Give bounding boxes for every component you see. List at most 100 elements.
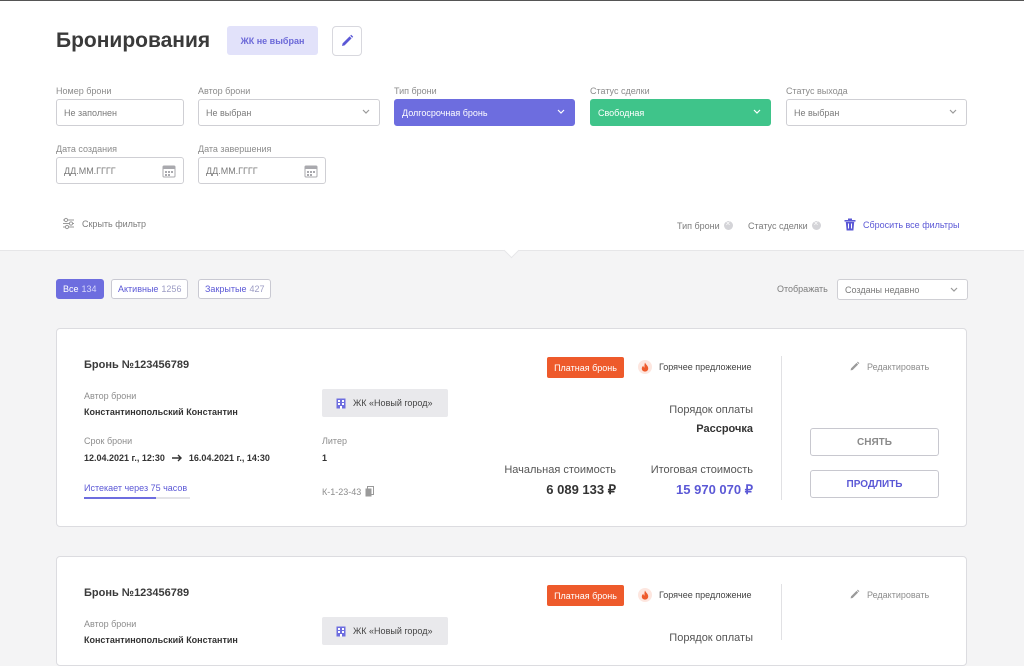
pencil-icon <box>850 589 860 599</box>
active-filter-chip-label: Тип брони <box>677 221 720 231</box>
booking-type-label: Тип брони <box>394 86 437 96</box>
fire-icon <box>638 588 652 602</box>
hot-offer: Горячее предложение <box>638 360 751 374</box>
apartment-code[interactable]: К-1-23-43 <box>322 486 375 497</box>
expires-progress-track <box>84 497 190 499</box>
sliders-icon <box>63 217 74 230</box>
card-divider <box>781 584 782 640</box>
booking-number-value: Не заполнен <box>64 107 118 118</box>
booking-author-select[interactable]: Не выбран <box>198 99 380 126</box>
reset-filters-button[interactable]: Сбросить все фильтры <box>844 218 959 231</box>
complex-chip[interactable]: ЖК «Новый город» <box>322 389 448 417</box>
booking-author-value: Не выбран <box>206 107 252 118</box>
tab-all[interactable]: Все 134 <box>56 279 104 299</box>
payment-label: Порядок оплаты <box>669 404 753 416</box>
chevron-down-icon <box>362 109 370 114</box>
hide-filter-button[interactable]: Скрыть фильтр <box>62 217 146 230</box>
created-date-placeholder: ДД.ММ.ГГГГ <box>64 165 116 176</box>
tab-closed[interactable]: Закрытые 427 <box>198 279 272 299</box>
author-name: Константинопольский Константин <box>84 407 238 417</box>
active-filter-chip[interactable]: Статус сделки <box>748 219 821 231</box>
chevron-down-icon <box>950 287 958 292</box>
fire-icon <box>638 360 652 374</box>
booking-number-label: Номер брони <box>56 86 112 96</box>
hide-filter-label: Скрыть фильтр <box>82 218 147 229</box>
building-icon <box>336 626 346 636</box>
sort-select[interactable]: Созданы недавно <box>837 279 968 300</box>
expires-progress-fill <box>84 497 157 499</box>
payment-label: Порядок оплаты <box>669 632 753 644</box>
booking-author-label: Автор брони <box>198 86 251 96</box>
term-range: 12.04.2021 г., 12:30 16.04.2021 г., 14:3… <box>84 453 270 463</box>
calendar-icon <box>162 165 176 178</box>
card-divider <box>781 356 782 500</box>
complex-name: ЖК «Новый город» <box>353 398 433 408</box>
tab-label: Активные <box>118 284 159 294</box>
edit-booking-button[interactable]: Редактировать <box>849 361 929 372</box>
trash-icon <box>844 218 856 231</box>
created-date-label: Дата создания <box>56 144 117 154</box>
booking-type-select[interactable]: Долгосрочная бронь <box>394 99 575 126</box>
exit-status-value: Не выбран <box>794 107 840 118</box>
paid-booking-badge: Платная бронь <box>547 585 624 606</box>
tab-label: Закрытые <box>205 284 247 294</box>
close-icon[interactable] <box>723 219 733 230</box>
display-label: Отображать <box>777 284 828 294</box>
author-name: Константинопольский Константин <box>84 635 238 645</box>
edit-title-button[interactable] <box>332 26 362 56</box>
active-filter-chip[interactable]: Тип брони <box>677 219 733 231</box>
exit-status-label: Статус выхода <box>786 86 848 96</box>
created-date-input[interactable]: ДД.ММ.ГГГГ <box>56 157 184 184</box>
deal-status-value: Свободная <box>598 107 645 118</box>
tab-count: 1256 <box>161 284 182 294</box>
close-icon[interactable] <box>811 219 821 230</box>
final-price-label: Итоговая стоимость <box>650 464 753 476</box>
end-date-placeholder: ДД.ММ.ГГГГ <box>206 165 258 176</box>
author-label: Автор брони <box>84 619 137 629</box>
arrow-right-icon <box>171 454 182 462</box>
booking-number-input[interactable]: Не заполнен <box>56 99 184 126</box>
complex-name: ЖК «Новый город» <box>353 626 433 636</box>
active-filter-chip-label: Статус сделки <box>748 221 808 231</box>
complex-badge[interactable]: ЖК не выбран <box>227 26 318 55</box>
tab-active[interactable]: Активные 1256 <box>111 279 189 299</box>
chevron-down-icon <box>949 109 957 114</box>
term-to: 16.04.2021 г., 14:30 <box>188 453 270 463</box>
term-from: 12.04.2021 г., 12:30 <box>84 453 165 463</box>
booking-type-value: Долгосрочная бронь <box>402 107 488 118</box>
extend-booking-button[interactable]: ПРОДЛИТЬ <box>810 470 939 498</box>
booking-title: Бронь №123456789 <box>84 359 190 371</box>
tab-label: Все <box>63 284 79 294</box>
calendar-icon <box>304 165 318 178</box>
liter-value: 1 <box>322 453 328 463</box>
end-date-label: Дата завершения <box>198 144 272 154</box>
pencil-icon <box>342 34 354 46</box>
initial-price-label: Начальная стоимость <box>504 464 616 476</box>
chevron-down-icon <box>753 109 761 114</box>
booking-title: Бронь №123456789 <box>84 587 190 599</box>
hot-offer-label: Горячее предложение <box>659 590 752 600</box>
deal-status-select[interactable]: Свободная <box>590 99 771 126</box>
remove-booking-button[interactable]: СНЯТЬ <box>810 428 939 456</box>
exit-status-select[interactable]: Не выбран <box>786 99 967 126</box>
hot-offer-label: Горячее предложение <box>659 362 752 372</box>
chevron-down-icon <box>557 109 565 114</box>
tab-count: 427 <box>249 284 265 294</box>
paid-booking-badge: Платная бронь <box>547 357 624 378</box>
edit-booking-button[interactable]: Редактировать <box>849 589 929 600</box>
building-icon <box>336 398 346 408</box>
edit-booking-label: Редактировать <box>867 589 930 600</box>
end-date-input[interactable]: ДД.ММ.ГГГГ <box>198 157 326 184</box>
final-price-value: 15 970 070 ₽ <box>676 482 753 497</box>
initial-price-value: 6 089 133 ₽ <box>546 482 616 497</box>
copy-icon[interactable] <box>365 486 375 497</box>
sort-select-value: Созданы недавно <box>845 284 920 295</box>
reset-filters-label: Сбросить все фильтры <box>863 219 960 230</box>
liter-label: Литер <box>322 436 347 446</box>
term-label: Срок брони <box>84 436 133 446</box>
complex-chip[interactable]: ЖК «Новый город» <box>322 617 448 645</box>
hot-offer: Горячее предложение <box>638 588 751 602</box>
booking-card <box>56 556 967 666</box>
payment-value: Рассрочка <box>696 423 753 435</box>
pencil-icon <box>850 361 860 371</box>
